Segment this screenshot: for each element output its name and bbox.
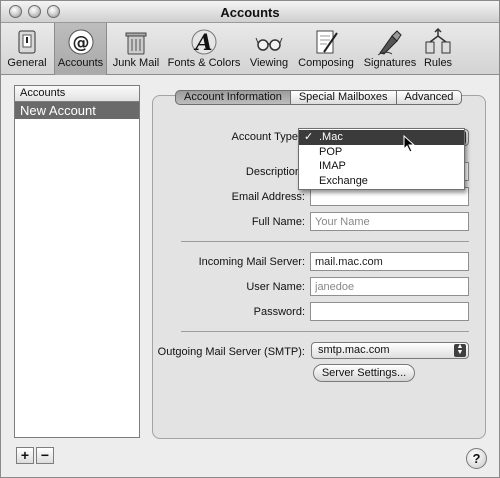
user-name-field[interactable] <box>310 277 469 296</box>
add-account-button[interactable]: + <box>16 447 34 464</box>
toolbar-label: Rules <box>423 57 453 69</box>
tab-advanced[interactable]: Advanced <box>396 90 463 105</box>
tab-special-mailboxes[interactable]: Special Mailboxes <box>290 90 397 105</box>
menu-item-mac[interactable]: ✓ .Mac <box>299 130 464 145</box>
toolbar-label: Signatures <box>363 57 417 69</box>
toolbar-label: Accounts <box>57 57 104 69</box>
remove-account-button[interactable]: − <box>36 447 54 464</box>
toolbar-label: Fonts & Colors <box>167 57 241 69</box>
glasses-icon <box>255 37 283 51</box>
fountain-pen-icon <box>377 30 402 56</box>
toolbar-item-accounts[interactable]: @ Accounts <box>54 23 107 75</box>
full-name-label: Full Name: <box>251 216 305 228</box>
separator <box>181 331 469 332</box>
accounts-list-header: Accounts <box>15 86 139 102</box>
toolbar-item-signatures[interactable]: Signatures <box>361 23 419 75</box>
rules-icon <box>425 28 451 54</box>
general-icon <box>18 30 36 54</box>
toolbar-item-rules[interactable]: Rules <box>421 23 455 75</box>
toolbar-label: Viewing <box>249 57 289 69</box>
user-name-label: User Name: <box>246 281 305 293</box>
svg-text:@: @ <box>72 33 89 53</box>
popup-arrows-icon: ▲▼ <box>454 343 466 357</box>
at-sign-icon: @ <box>68 29 93 55</box>
tab-account-information[interactable]: Account Information <box>175 90 291 105</box>
toolbar-item-fonts-colors[interactable]: A Fonts & Colors <box>165 23 243 75</box>
separator <box>181 241 469 242</box>
toolbar-item-composing[interactable]: Composing <box>295 23 357 75</box>
title-bar: Accounts <box>1 1 499 23</box>
toolbar-label: Composing <box>298 57 354 69</box>
account-item-new-account[interactable]: New Account <box>15 102 139 119</box>
window-title: Accounts <box>220 5 280 20</box>
account-tabs: Account Information Special Mailboxes Ad… <box>175 90 463 106</box>
trash-icon <box>125 32 147 55</box>
menu-item-label: .Mac <box>319 131 343 143</box>
accounts-list[interactable]: Accounts New Account <box>14 85 140 438</box>
incoming-mail-server-label: Incoming Mail Server: <box>198 256 305 268</box>
description-label: Description: <box>245 166 304 178</box>
toolbar-label: Junk Mail <box>112 57 160 69</box>
menu-item-pop[interactable]: POP <box>299 145 464 160</box>
checkmark-icon: ✓ <box>304 131 314 143</box>
preferences-toolbar: General @ Accounts Junk Mail A Fonts & C… <box>1 23 499 75</box>
font-letter-a-icon: A <box>191 29 217 56</box>
full-name-field[interactable] <box>310 212 469 231</box>
outgoing-mail-server-popup[interactable]: smtp.mac.com ▲ ▼ <box>311 342 469 359</box>
outgoing-mail-server-value: smtp.mac.com <box>318 344 390 356</box>
account-type-menu: ✓ .Mac POP IMAP Exchange <box>298 128 465 190</box>
incoming-mail-server-field[interactable] <box>310 252 469 271</box>
account-type-label: Account Type: <box>231 131 301 143</box>
svg-text:A: A <box>193 30 212 56</box>
server-settings-button[interactable]: Server Settings... <box>313 364 415 382</box>
mouse-pointer-icon <box>403 135 416 153</box>
accounts-preferences-window: Accounts General @ Accounts Junk Mail A … <box>0 0 500 478</box>
toolbar-item-general[interactable]: General <box>5 23 49 75</box>
help-button[interactable]: ? <box>466 448 487 469</box>
outgoing-mail-server-label: Outgoing Mail Server (SMTP): <box>157 346 305 358</box>
pen-paper-icon <box>316 30 338 54</box>
password-field[interactable] <box>310 302 469 321</box>
menu-item-exchange[interactable]: Exchange <box>299 174 464 189</box>
menu-item-imap[interactable]: IMAP <box>299 159 464 174</box>
toolbar-label: General <box>7 57 47 69</box>
toolbar-item-viewing[interactable]: Viewing <box>247 23 291 75</box>
password-label: Password: <box>253 306 305 318</box>
toolbar-item-junk-mail[interactable]: Junk Mail <box>111 23 161 75</box>
email-address-label: Email Address: <box>231 191 305 203</box>
